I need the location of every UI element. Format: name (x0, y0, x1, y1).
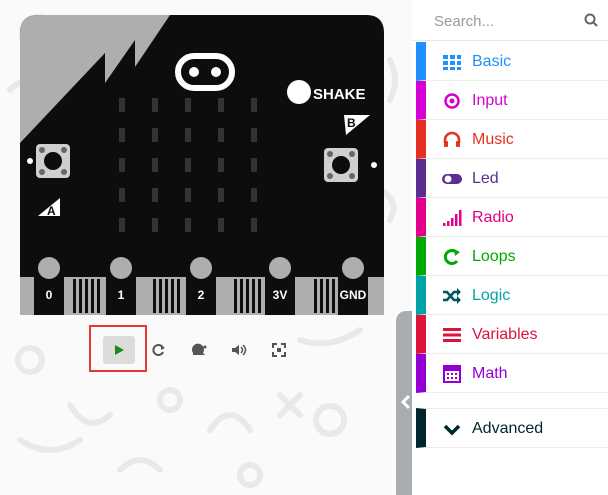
target-icon (444, 93, 460, 109)
category-loops[interactable]: Loops (416, 237, 608, 276)
simulator-panel: SHAKE A B 0 1 2 3V GND (0, 0, 412, 495)
speaker-icon (232, 344, 247, 356)
calculator-icon (443, 365, 461, 383)
play-button-highlight (89, 325, 147, 372)
pin-label-gnd: GND (340, 288, 367, 302)
pin-label-2: 2 (198, 288, 205, 302)
pin-1[interactable] (106, 255, 136, 315)
headphones-icon (443, 131, 461, 147)
snail-icon (192, 343, 207, 355)
category-math[interactable]: Math (416, 354, 608, 393)
pin-label-3v: 3V (273, 288, 288, 302)
grid-icon (443, 55, 461, 70)
category-label: Advanced (472, 420, 544, 437)
button-b-label: B (347, 116, 356, 130)
category-label: Radio (472, 209, 514, 226)
category-variables[interactable]: Variables (416, 315, 608, 354)
category-advanced[interactable]: Advanced (416, 408, 608, 448)
shake-label: SHAKE (313, 86, 366, 103)
fullscreen-icon (272, 343, 286, 357)
restart-icon (152, 344, 165, 356)
chevron-left-icon (400, 394, 411, 410)
button-a-label: A (47, 204, 56, 218)
category-label: Music (472, 131, 514, 148)
toggle-icon (442, 174, 462, 184)
microbit-board: SHAKE A B 0 1 2 3V GND (20, 15, 384, 315)
category-input[interactable]: Input (416, 81, 608, 120)
mute-button[interactable] (225, 336, 253, 364)
toolbox-search (412, 0, 608, 41)
signal-icon (443, 210, 462, 226)
category-label: Variables (472, 326, 538, 343)
loop-icon (443, 249, 460, 265)
category-radio[interactable]: Radio (416, 198, 608, 237)
pin-gnd[interactable] (338, 255, 368, 315)
category-label: Basic (472, 53, 512, 70)
shake-button[interactable] (287, 80, 311, 104)
category-logic[interactable]: Logic (416, 276, 608, 315)
fullscreen-button[interactable] (265, 336, 293, 364)
search-input[interactable] (432, 9, 576, 33)
category-basic[interactable]: Basic (416, 42, 608, 81)
shuffle-icon (443, 288, 461, 304)
category-label: Loops (472, 248, 516, 265)
category-label: Input (472, 92, 508, 109)
chevron-down-icon (443, 424, 461, 436)
category-label: Logic (472, 287, 511, 304)
pin-label-0: 0 (46, 288, 53, 302)
list-icon (443, 328, 461, 342)
pin-2[interactable] (186, 255, 216, 315)
category-label: Led (472, 170, 499, 187)
search-icon[interactable] (584, 13, 598, 27)
pin-3v[interactable] (265, 255, 295, 315)
category-label: Math (472, 365, 508, 382)
category-music[interactable]: Music (416, 120, 608, 159)
pin-label-1: 1 (118, 288, 125, 302)
category-led[interactable]: Led (416, 159, 608, 198)
toolbox: Basic Input Music Led Radio Loops Logic … (412, 0, 608, 495)
restart-button[interactable] (145, 336, 173, 364)
pin-0[interactable] (34, 255, 64, 315)
slow-mo-button[interactable] (185, 336, 213, 364)
